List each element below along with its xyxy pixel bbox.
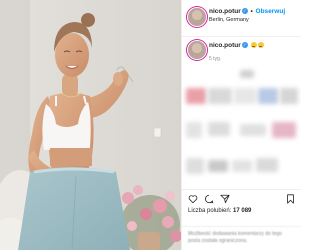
blurred-comment <box>258 88 278 104</box>
blurred-comment <box>280 88 298 104</box>
caption-username[interactable]: nico.potur <box>209 42 241 49</box>
likes-count[interactable]: Liczba polubień: 17 089 <box>188 208 251 214</box>
separator-dot: • <box>250 9 253 15</box>
caption-author: nico.potur ✓ <box>209 42 264 49</box>
follow-button[interactable]: Obserwuj <box>256 8 286 15</box>
post-header: nico.potur ✓ • Obserwuj Berlin, Germany <box>182 0 301 37</box>
post-panel: nico.potur ✓ • Obserwuj Berlin, Germany n… <box>181 0 301 250</box>
caption-avatar[interactable] <box>188 41 206 59</box>
blurred-comment <box>208 88 232 104</box>
blurred-comment <box>208 122 230 136</box>
post-photo[interactable] <box>0 0 181 250</box>
post-image <box>0 0 181 250</box>
likes-number: 17 089 <box>233 208 252 214</box>
post-actions: Liczba polubień: 17 089 <box>182 189 301 225</box>
bookmark-icon[interactable] <box>286 194 295 204</box>
blurred-comment <box>240 70 254 78</box>
blurred-comment <box>272 122 296 138</box>
comments-limited-notice: Możliwość dodawania komentarzy do tego p… <box>182 226 301 250</box>
avatar[interactable] <box>188 8 206 26</box>
location-link[interactable]: Berlin, Germany <box>209 17 249 23</box>
blurred-comment <box>186 158 204 174</box>
blurred-comment <box>256 158 278 172</box>
blurred-comment <box>234 88 256 104</box>
blurred-comment <box>240 124 266 136</box>
verified-badge-icon: ✓ <box>241 42 248 49</box>
comments-list <box>182 60 301 185</box>
heart-icon[interactable] <box>188 194 198 204</box>
share-icon[interactable] <box>220 194 230 204</box>
blurred-comment <box>232 160 252 172</box>
comment-icon[interactable] <box>204 194 214 204</box>
blurred-comment <box>186 88 206 104</box>
blurred-comment <box>208 160 228 172</box>
author-username[interactable]: nico.potur ✓ • Obserwuj <box>209 8 285 15</box>
emoji-icon <box>257 42 264 49</box>
verified-badge-icon: ✓ <box>241 8 248 15</box>
username-text[interactable]: nico.potur <box>209 8 241 15</box>
blurred-comment <box>186 122 202 138</box>
likes-label: Liczba polubień: <box>188 208 232 214</box>
emoji-icon <box>250 42 257 49</box>
